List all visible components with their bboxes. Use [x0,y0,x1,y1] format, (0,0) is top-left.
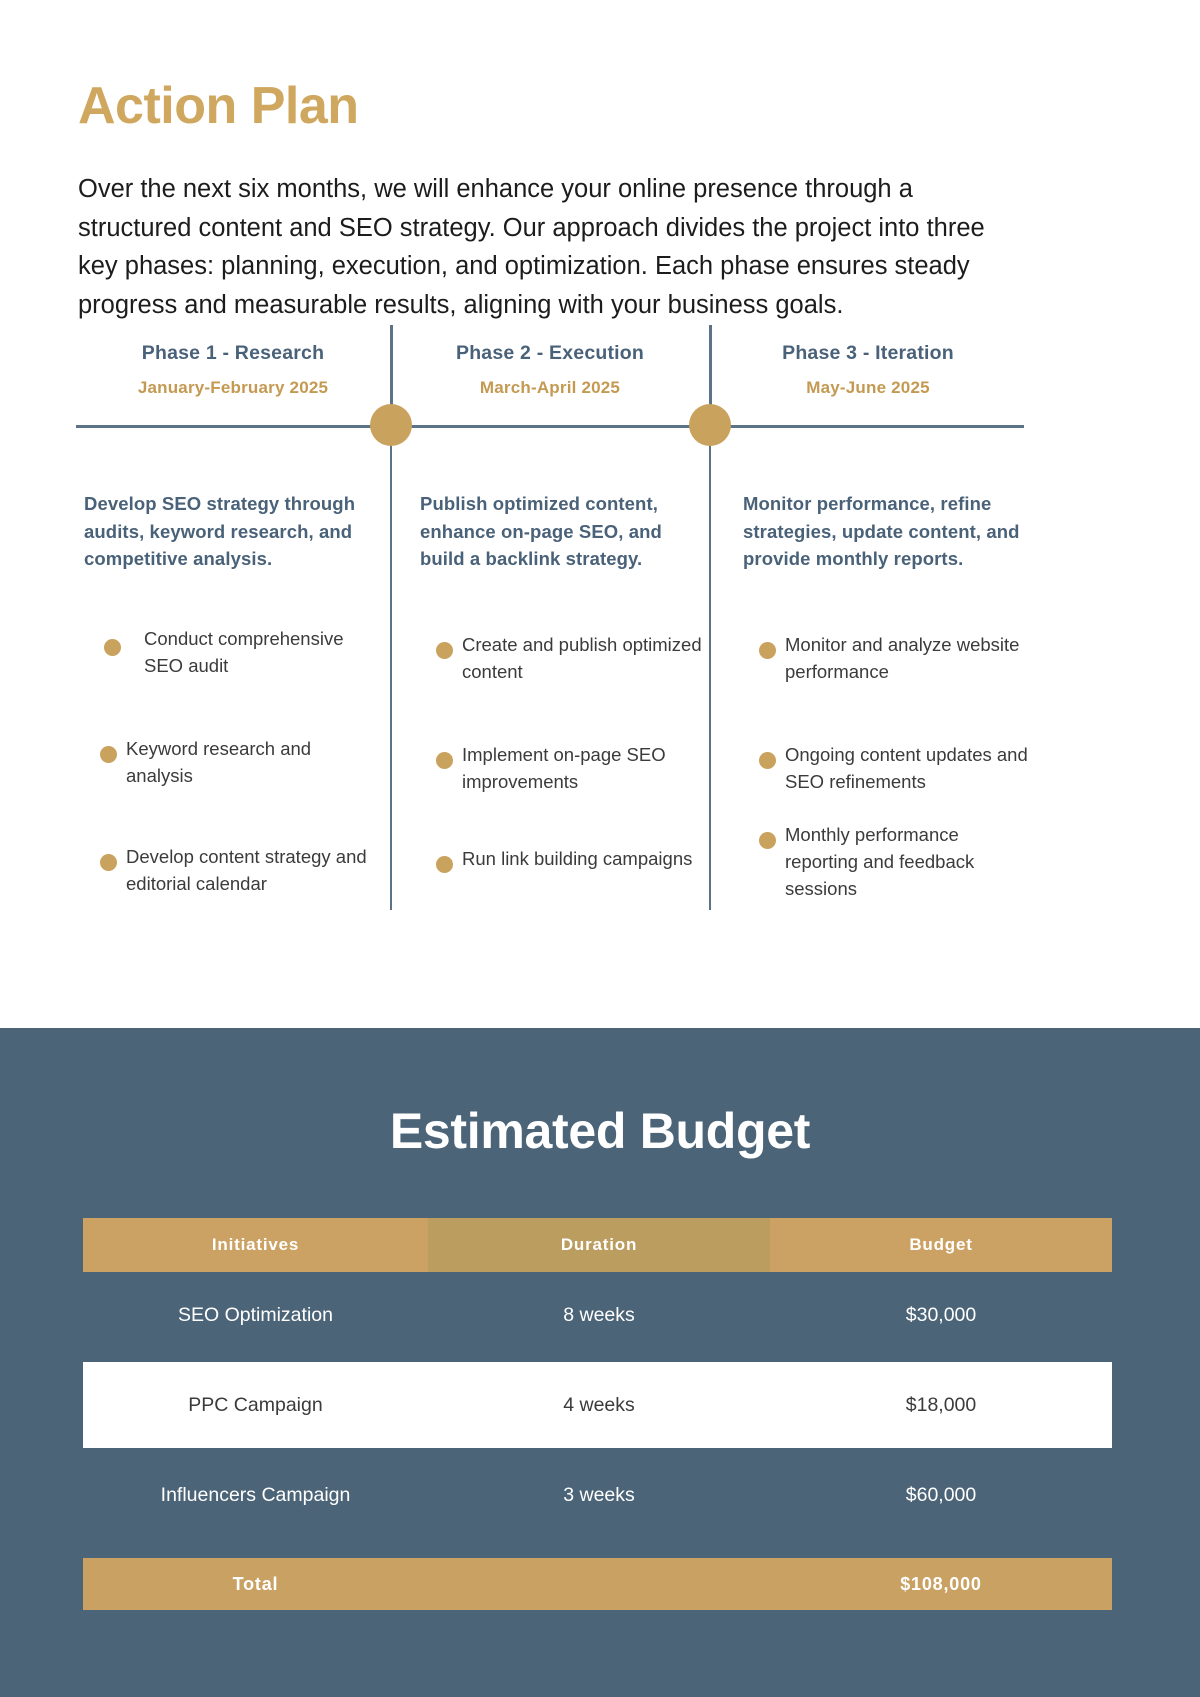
list-item: Develop content strategy and editorial c… [84,843,374,897]
list-item: Run link building campaigns [420,845,710,873]
phase-2-title: Phase 2 - Execution [455,342,645,364]
table-row: PPC Campaign 4 weeks $18,000 [83,1362,1112,1448]
phase-1-column: Develop SEO strategy through audits, key… [84,490,374,897]
timeline-divider-1-bottom [390,440,392,910]
bullet-dot-icon [759,641,776,659]
phase-2-description: Publish optimized content, enhance on-pa… [420,493,662,569]
list-item: Ongoing content updates and SEO refineme… [743,741,1033,795]
phase-1-description: Develop SEO strategy through audits, key… [84,493,356,569]
bullet-dot-icon [100,853,117,871]
list-item: Monitor and analyze website performance [743,631,1033,685]
timeline-milestone-dot-2 [689,404,731,446]
list-item: Create and publish optimized content [420,631,710,685]
cell-amount: $30,000 [905,1303,977,1326]
table-total-row: Total $108,000 [83,1558,1112,1610]
cell-duration: 4 weeks [563,1393,635,1416]
phase-timeline: Phase 1 - Research January-February 2025… [0,325,1200,930]
phase-3-date: May-June 2025 [806,378,930,397]
list-item-label: Implement on-page SEO improvements [462,743,666,792]
column-header-initiatives: Initiatives [83,1218,428,1272]
list-item-label: Monitor and analyze website performance [785,633,1020,682]
table-row: SEO Optimization 8 weeks $30,000 [83,1272,1112,1358]
list-item: Implement on-page SEO improvements [420,741,710,795]
budget-title: Estimated Budget [389,1103,811,1159]
list-item-label: Keyword research and analysis [126,737,312,786]
phase-1-date: January-February 2025 [137,378,329,397]
column-header-duration: Duration [428,1218,770,1272]
bullet-dot-icon [104,638,121,656]
page-title: Action Plan [78,77,359,135]
phase-2-bullet-list: Create and publish optimized content Imp… [420,631,710,873]
cell-duration: 3 weeks [563,1483,635,1506]
intro-paragraph: Over the next six months, we will enhanc… [78,175,985,319]
phase-1-title: Phase 1 - Research [141,342,325,364]
cell-initiative: SEO Optimization [178,1303,333,1326]
table-header-row: Initiatives Duration Budget [83,1218,1112,1272]
list-item-label: Develop content strategy and editorial c… [126,845,367,894]
phase-1-bullet-list: Conduct comprehensive SEO audit Keyword … [84,625,374,897]
list-item: Keyword research and analysis [84,735,374,789]
bullet-dot-icon [759,831,776,849]
cell-duration: 8 weeks [563,1303,635,1326]
bullet-dot-icon [436,641,453,659]
list-item: Monthly performance reporting and feedba… [743,821,1033,902]
phase-3-title: Phase 3 - Iteration [782,342,954,364]
phase-3-header: Phase 3 - Iteration May-June 2025 [712,342,1024,398]
list-item-label: Conduct comprehensive SEO audit [144,627,344,676]
action-plan-section: Action Plan Over the next six months, we… [0,0,1200,1028]
phase-3-description: Monitor performance, refine strategies, … [743,493,1020,569]
cell-initiative: PPC Campaign [188,1393,323,1416]
cell-amount: $18,000 [905,1393,977,1416]
phase-2-column: Publish optimized content, enhance on-pa… [420,490,710,873]
estimated-budget-section: Estimated Budget Initiatives Duration Bu… [0,1028,1200,1697]
phase-3-column: Monitor performance, refine strategies, … [743,490,1033,902]
bullet-dot-icon [759,751,776,769]
bullet-dot-icon [100,745,117,763]
bullet-dot-icon [436,855,453,873]
list-item-label: Ongoing content updates and SEO refineme… [785,743,1028,792]
budget-table: Initiatives Duration Budget SEO Optimiza… [83,1218,1112,1610]
bullet-dot-icon [436,751,453,769]
table-row: Influencers Campaign 3 weeks $60,000 [83,1452,1112,1538]
timeline-horizontal-line [76,425,1024,428]
cell-initiative: Influencers Campaign [160,1483,351,1506]
phase-3-bullet-list: Monitor and analyze website performance … [743,631,1033,902]
cell-total-duration [428,1558,770,1610]
phase-2-date: March-April 2025 [479,378,621,397]
column-header-budget: Budget [770,1218,1112,1272]
cell-amount: $60,000 [905,1483,977,1506]
cell-total-amount: $108,000 [900,1573,982,1594]
list-item-label: Create and publish optimized content [462,633,702,682]
list-item-label: Run link building campaigns [462,847,693,869]
phase-1-header: Phase 1 - Research January-February 2025 [76,342,390,398]
list-item-label: Monthly performance reporting and feedba… [785,823,975,899]
phase-2-header: Phase 2 - Execution March-April 2025 [393,342,707,398]
list-item: Conduct comprehensive SEO audit [84,625,374,679]
timeline-milestone-dot-1 [370,404,412,446]
cell-total-label: Total [232,1573,279,1594]
action-plan-page: Action Plan Over the next six months, we… [0,0,1200,1697]
